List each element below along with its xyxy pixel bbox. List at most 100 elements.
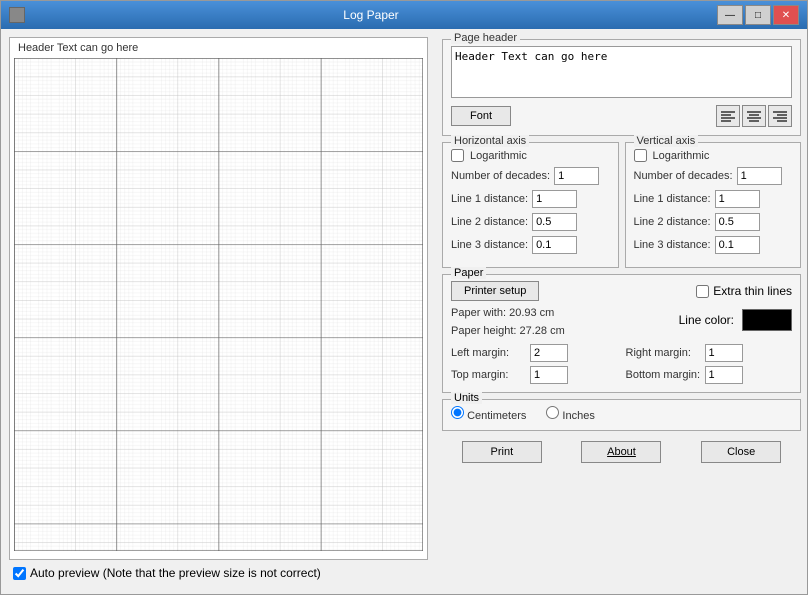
align-center-icon <box>747 110 761 122</box>
h-logarithmic-row: Logarithmic <box>451 149 610 162</box>
top-margin-row: Top margin: <box>451 366 618 384</box>
h-line2-input[interactable] <box>532 213 577 231</box>
extra-thin-row: Extra thin lines <box>696 284 792 298</box>
h-decades-row: Number of decades: <box>451 167 610 185</box>
log-grid-svg: // This will be rendered via JS below <box>14 58 423 551</box>
maximize-button[interactable]: □ <box>745 5 771 25</box>
page-header-group: Page header Font <box>442 39 801 136</box>
print-label: Print <box>491 446 514 458</box>
paper-width-text: Paper with: 20.93 cm <box>451 305 565 323</box>
v-decades-label: Number of decades: <box>634 170 733 182</box>
inches-option[interactable]: Inches <box>546 406 594 422</box>
v-decades-input[interactable] <box>737 167 782 185</box>
v-line3-input[interactable] <box>715 236 760 254</box>
line-color-label: Line color: <box>679 313 734 327</box>
v-line1-row: Line 1 distance: <box>634 190 793 208</box>
v-logarithmic-row: Logarithmic <box>634 149 793 162</box>
bottom-margin-row: Bottom margin: <box>626 366 793 384</box>
horizontal-axis-group: Horizontal axis Logarithmic Number of de… <box>442 142 619 268</box>
printer-setup-button[interactable]: Printer setup <box>451 281 539 301</box>
h-line3-input[interactable] <box>532 236 577 254</box>
h-decades-input[interactable] <box>554 167 599 185</box>
window-controls: — □ ✕ <box>717 5 799 25</box>
preview-area: Header Text can go here // This will be … <box>9 37 428 560</box>
bottom-margin-input[interactable] <box>705 366 743 384</box>
paper-group-title: Paper <box>451 267 486 279</box>
vertical-axis-title: Vertical axis <box>634 135 699 147</box>
v-line1-label: Line 1 distance: <box>634 193 711 205</box>
h-logarithmic-checkbox[interactable] <box>451 149 464 162</box>
units-group-title: Units <box>451 392 482 404</box>
auto-preview-label: Auto preview (Note that the preview size… <box>30 566 321 580</box>
left-margin-label: Left margin: <box>451 347 526 359</box>
close-label: Close <box>727 446 755 458</box>
align-right-button[interactable] <box>768 105 792 127</box>
paper-group: Paper Printer setup Extra thin lines Pap… <box>442 274 801 393</box>
extra-thin-label: Extra thin lines <box>713 284 792 298</box>
page-header-group-title: Page header <box>451 32 520 44</box>
print-button[interactable]: Print <box>462 441 542 463</box>
align-left-button[interactable] <box>716 105 740 127</box>
main-content: Header Text can go here // This will be … <box>1 29 807 594</box>
centimeters-radio[interactable] <box>451 406 464 419</box>
minimize-button[interactable]: — <box>717 5 743 25</box>
main-window: Log Paper — □ ✕ Header Text can go here … <box>0 0 808 595</box>
right-panel: Page header Font <box>436 29 807 594</box>
left-margin-row: Left margin: <box>451 344 618 362</box>
grid-canvas: // This will be rendered via JS below <box>14 58 423 551</box>
inches-radio[interactable] <box>546 406 559 419</box>
preview-panel: Header Text can go here // This will be … <box>1 29 436 594</box>
v-line2-input[interactable] <box>715 213 760 231</box>
h-line1-input[interactable] <box>532 190 577 208</box>
bottom-buttons: Print About Close <box>442 437 801 465</box>
centimeters-option[interactable]: Centimeters <box>451 406 526 422</box>
header-controls: Font <box>451 105 792 127</box>
v-line1-input[interactable] <box>715 190 760 208</box>
h-logarithmic-label: Logarithmic <box>470 150 527 162</box>
v-line2-row: Line 2 distance: <box>634 213 793 231</box>
horizontal-axis-title: Horizontal axis <box>451 135 529 147</box>
font-button[interactable]: Font <box>451 106 511 126</box>
paper-height-text: Paper height: 27.28 cm <box>451 323 565 341</box>
close-button[interactable]: Close <box>701 441 781 463</box>
v-logarithmic-label: Logarithmic <box>653 150 710 162</box>
paper-top-row: Printer setup Extra thin lines <box>451 281 792 301</box>
right-margin-label: Right margin: <box>626 347 701 359</box>
top-margin-input[interactable] <box>530 366 568 384</box>
paper-info: Paper with: 20.93 cm Paper height: 27.28… <box>451 305 565 340</box>
inches-label: Inches <box>562 410 594 422</box>
window-close-button[interactable]: ✕ <box>773 5 799 25</box>
align-center-button[interactable] <box>742 105 766 127</box>
h-line2-row: Line 2 distance: <box>451 213 610 231</box>
paper-margins: Left margin: Right margin: Top margin: B… <box>451 344 792 384</box>
h-line2-label: Line 2 distance: <box>451 216 528 228</box>
align-buttons <box>716 105 792 127</box>
h-line3-label: Line 3 distance: <box>451 239 528 251</box>
right-margin-input[interactable] <box>705 344 743 362</box>
about-button[interactable]: About <box>581 441 661 463</box>
line-color-swatch[interactable] <box>742 309 792 331</box>
v-logarithmic-checkbox[interactable] <box>634 149 647 162</box>
about-label: About <box>607 446 636 458</box>
top-margin-label: Top margin: <box>451 369 526 381</box>
v-line2-label: Line 2 distance: <box>634 216 711 228</box>
bottom-margin-label: Bottom margin: <box>626 369 701 381</box>
auto-preview-bar: Auto preview (Note that the preview size… <box>9 560 428 586</box>
window-title: Log Paper <box>25 8 717 22</box>
centimeters-label: Centimeters <box>467 410 526 422</box>
title-bar: Log Paper — □ ✕ <box>1 1 807 29</box>
header-textarea[interactable] <box>451 46 792 98</box>
v-decades-row: Number of decades: <box>634 167 793 185</box>
auto-preview-checkbox[interactable] <box>13 567 26 580</box>
left-margin-input[interactable] <box>530 344 568 362</box>
h-line1-row: Line 1 distance: <box>451 190 610 208</box>
align-right-icon <box>773 110 787 122</box>
app-icon <box>9 7 25 23</box>
units-group: Units Centimeters Inches <box>442 399 801 431</box>
extra-thin-checkbox[interactable] <box>696 285 709 298</box>
align-left-icon <box>721 110 735 122</box>
units-row: Centimeters Inches <box>451 406 792 422</box>
vertical-axis-group: Vertical axis Logarithmic Number of deca… <box>625 142 802 268</box>
h-decades-label: Number of decades: <box>451 170 550 182</box>
line-color-row: Line color: <box>679 309 792 331</box>
